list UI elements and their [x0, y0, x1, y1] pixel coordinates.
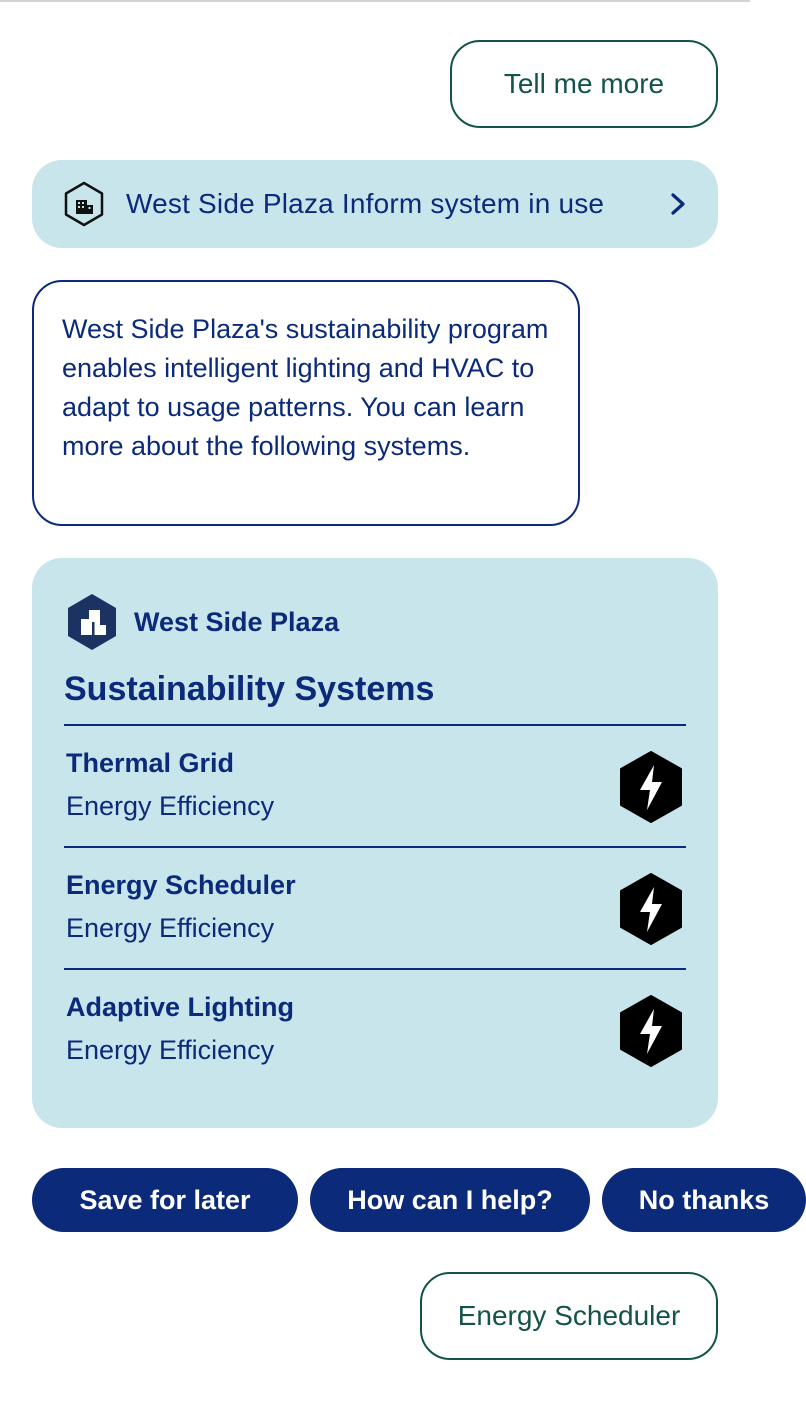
save-for-later-button[interactable]: Save for later	[32, 1168, 298, 1232]
system-name: Thermal Grid	[66, 748, 235, 778]
lightning-bolt-icon	[620, 995, 682, 1067]
user-message-tell-me-more[interactable]: Tell me more	[450, 40, 718, 128]
system-in-use-banner[interactable]: West Side Plaza Inform system in use	[32, 160, 718, 248]
no-thanks-button[interactable]: No thanks	[602, 1168, 806, 1232]
system-category: Energy Efficiency	[66, 1035, 275, 1065]
system-category: Energy Efficiency	[66, 791, 275, 821]
building-icon	[64, 181, 104, 227]
assistant-message-text: West Side Plaza's sustainability program…	[62, 314, 549, 461]
system-row-energy-scheduler[interactable]: Energy Scheduler Energy Efficiency	[64, 848, 686, 968]
user-message-text: Energy Scheduler	[457, 1300, 681, 1331]
system-text: Energy Scheduler Energy Efficiency	[66, 866, 296, 952]
system-name: Energy Scheduler	[66, 870, 296, 900]
system-row-thermal-grid[interactable]: Thermal Grid Energy Efficiency	[64, 726, 686, 846]
building-logo-icon	[68, 594, 116, 650]
how-can-i-help-button[interactable]: How can I help?	[310, 1168, 590, 1232]
user-message-energy-scheduler[interactable]: Energy Scheduler	[420, 1272, 718, 1360]
chevron-right-icon	[671, 193, 685, 215]
card-brand: West Side Plaza	[64, 592, 686, 652]
assistant-message: West Side Plaza's sustainability program…	[32, 280, 580, 526]
banner-label: West Side Plaza Inform system in use	[126, 188, 605, 219]
lightning-bolt-icon	[620, 751, 682, 823]
sustainability-systems-card: West Side Plaza Sustainability Systems T…	[32, 558, 718, 1128]
chat-screen: Tell me more West Side Plaza Inform syst…	[0, 0, 806, 1424]
system-text: Adaptive Lighting Energy Efficiency	[66, 988, 294, 1074]
system-row-adaptive-lighting[interactable]: Adaptive Lighting Energy Efficiency	[64, 970, 686, 1090]
system-category: Energy Efficiency	[66, 913, 275, 943]
quick-replies: Save for later How can I help? No thanks	[32, 1168, 806, 1232]
user-message-text: Tell me more	[503, 68, 665, 99]
card-title: Sustainability Systems	[64, 670, 435, 708]
system-name: Adaptive Lighting	[66, 992, 294, 1022]
system-text: Thermal Grid Energy Efficiency	[66, 744, 274, 830]
brand-name: West Side Plaza	[134, 606, 340, 637]
top-divider	[0, 0, 750, 2]
lightning-bolt-icon	[620, 873, 682, 945]
